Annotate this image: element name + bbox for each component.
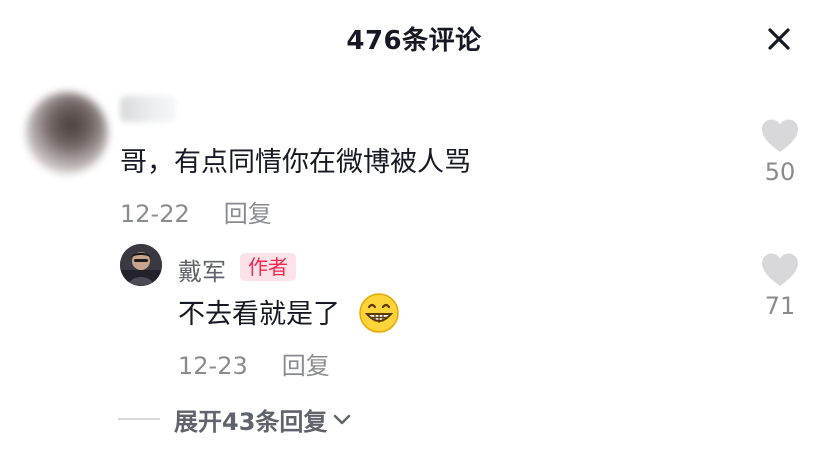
- heart-icon: [762, 119, 798, 152]
- grinning-face-icon: [359, 293, 399, 333]
- author-avatar[interactable]: [120, 244, 162, 286]
- chevron-down-icon: [334, 414, 351, 425]
- heart-icon: [762, 253, 798, 286]
- comment-count-title: 476条评论: [346, 26, 482, 56]
- like-count: 50: [764, 158, 796, 186]
- expand-replies-label: 展开43条回复: [174, 407, 328, 436]
- reply-date: 12-23: [178, 352, 248, 380]
- author-badge: 作者: [240, 253, 296, 281]
- reply-like-button[interactable]: 71: [750, 252, 810, 320]
- comment-text: 哥，有点同情你在微博被人骂: [120, 147, 471, 178]
- close-button[interactable]: [764, 24, 794, 54]
- reply-meta: 12-23 回复: [178, 346, 330, 381]
- commenter-name-blurred[interactable]: [120, 96, 176, 122]
- comment-date: 12-22: [120, 200, 190, 228]
- reply-like-count: 71: [764, 292, 796, 320]
- expand-divider: [118, 418, 160, 420]
- close-icon: [768, 28, 790, 50]
- reply-button[interactable]: 回复: [224, 200, 272, 228]
- reply-button[interactable]: 回复: [282, 352, 330, 380]
- commenter-avatar[interactable]: [26, 92, 108, 174]
- author-avatar-image: [120, 244, 162, 286]
- reply-text: 不去看就是了: [178, 299, 340, 330]
- comments-sheet: 476条评论 哥，有点同情你在微博被人骂 12-22 回复 50 戴军 作者 不去…: [0, 0, 828, 466]
- comment-meta: 12-22 回复: [120, 194, 272, 229]
- author-name[interactable]: 戴军: [178, 252, 226, 287]
- like-button[interactable]: 50: [750, 118, 810, 186]
- expand-replies-button[interactable]: 展开43条回复: [118, 402, 353, 436]
